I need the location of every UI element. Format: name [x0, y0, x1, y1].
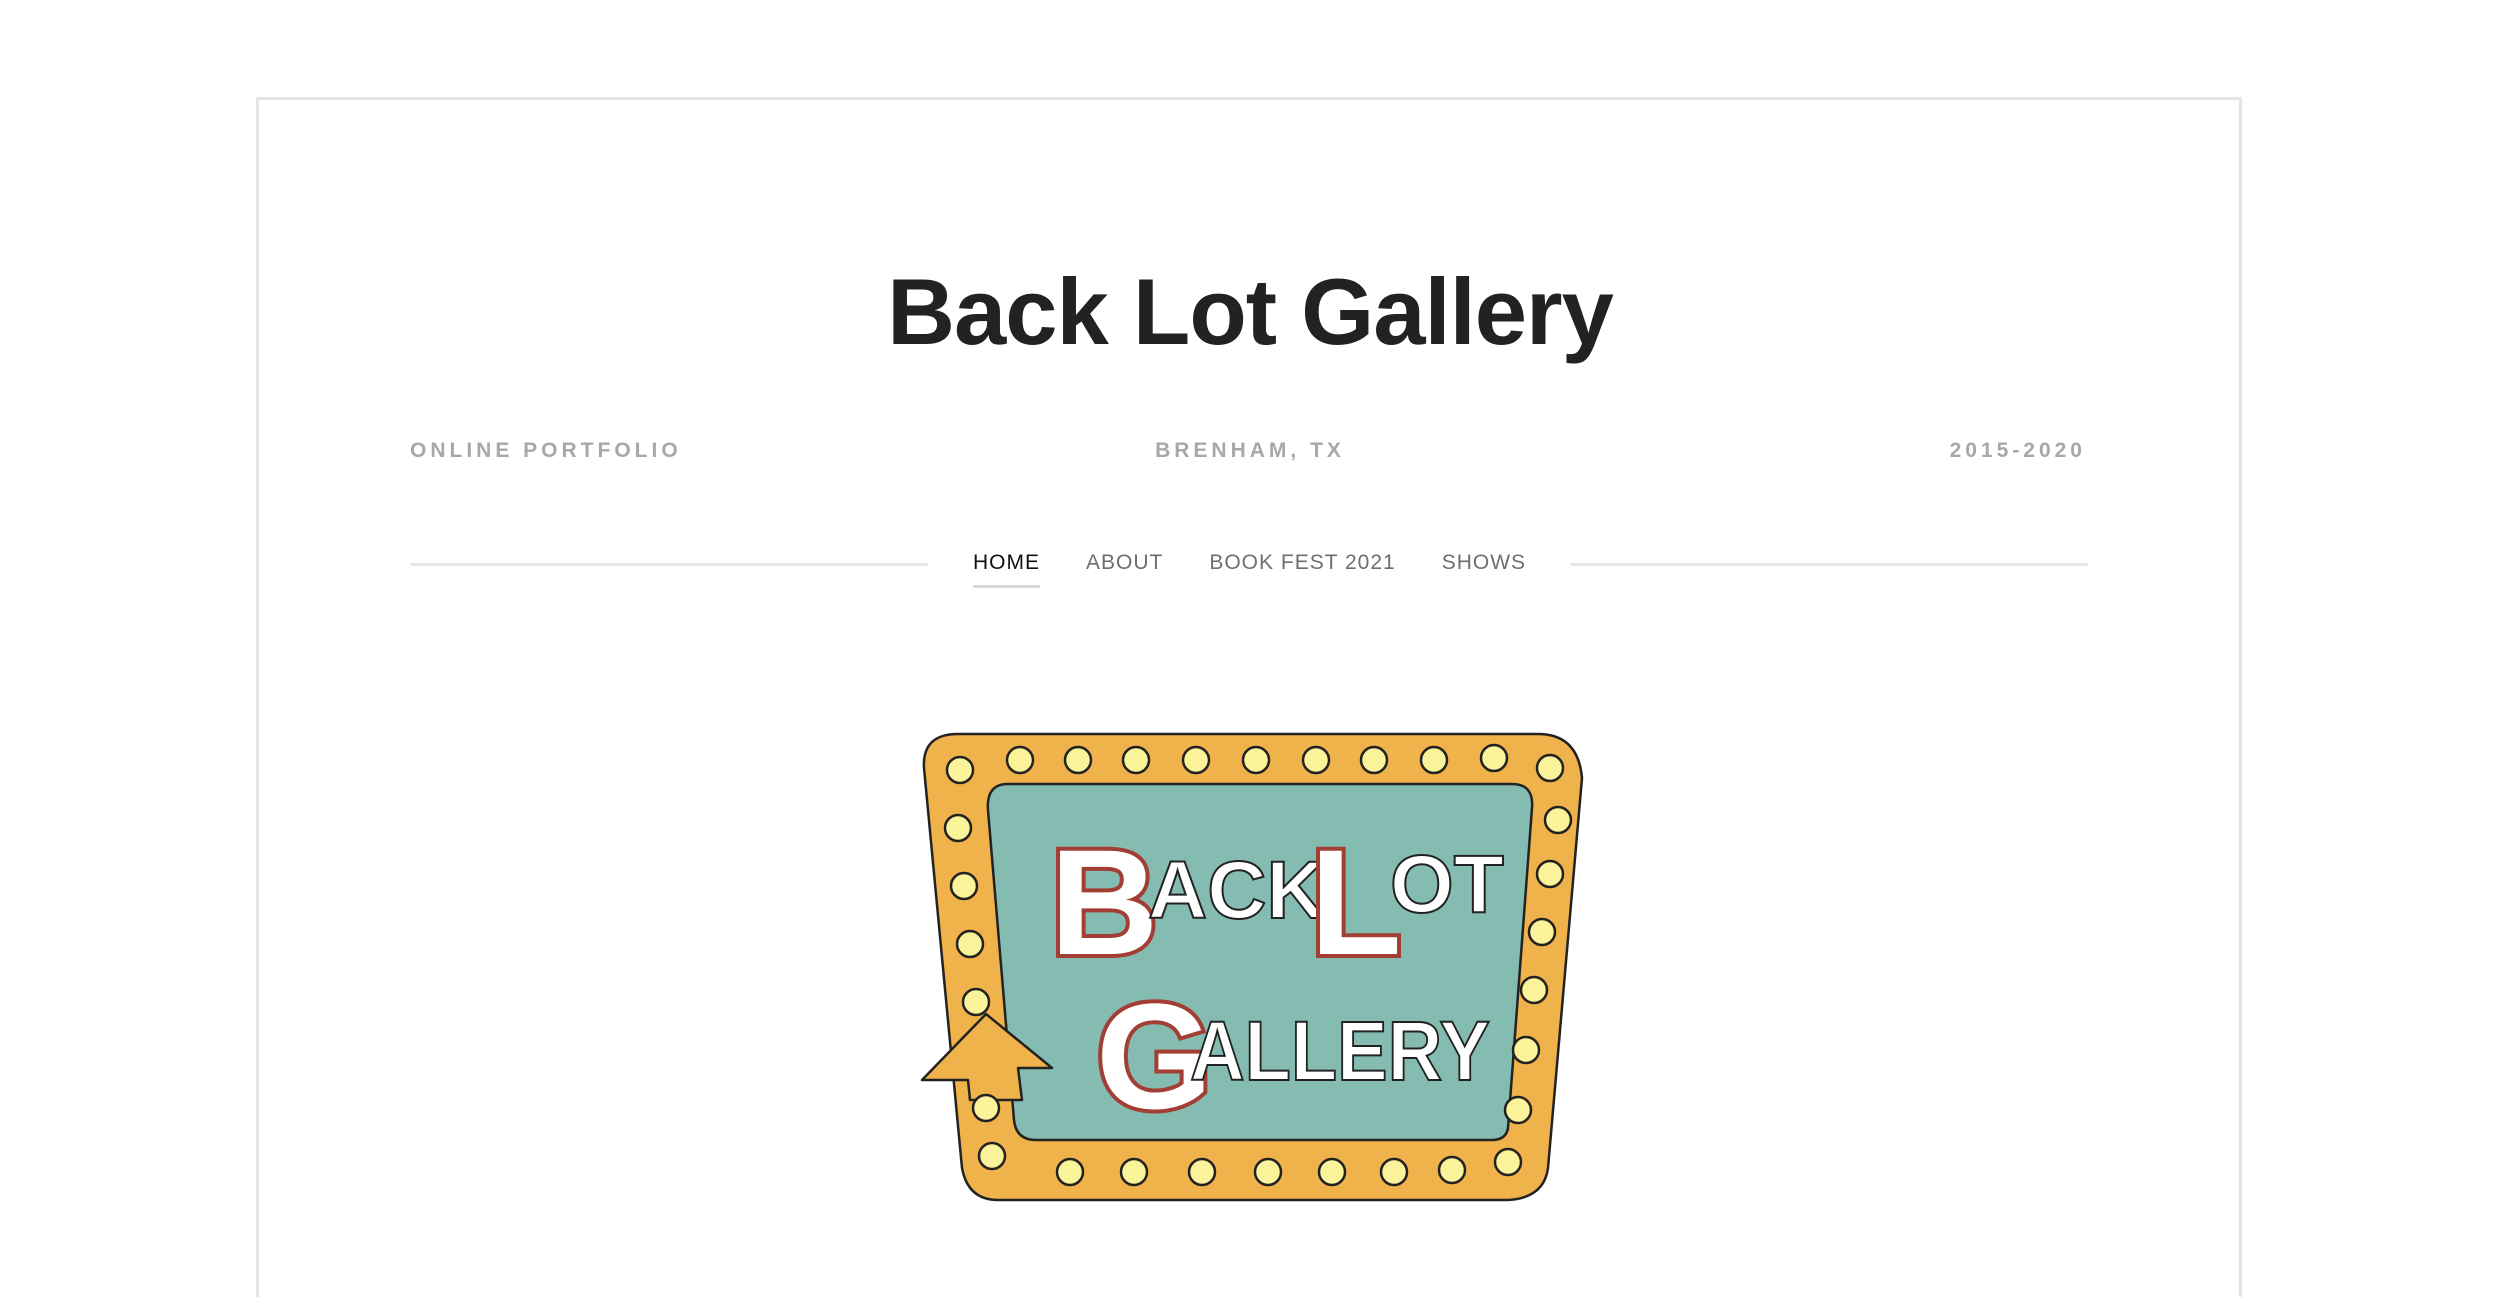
bulb: [1493, 1147, 1523, 1177]
bulb: [1479, 743, 1509, 773]
bulb: [1359, 745, 1389, 775]
tagline-location: BRENHAM, TX: [1155, 439, 1345, 462]
bulb: [945, 755, 975, 785]
bulb: [977, 1141, 1007, 1171]
gallery-sign-logo: B ACK L OT G ALLERY: [920, 732, 1584, 1202]
nav-item-book-fest-2021[interactable]: BOOK FEST 2021: [1209, 550, 1395, 588]
bulb: [1063, 745, 1093, 775]
bulb: [1379, 1157, 1409, 1187]
bulb: [1181, 745, 1211, 775]
bulb: [949, 871, 979, 901]
bulb: [1535, 859, 1565, 889]
main-navigation: HOME ABOUT BOOK FEST 2021 SHOWS: [410, 550, 2088, 590]
logo-letter-b: B: [1050, 818, 1158, 986]
nav-menu: HOME ABOUT BOOK FEST 2021 SHOWS: [973, 550, 1526, 589]
bulb: [1121, 745, 1151, 775]
bulb: [1187, 1157, 1217, 1187]
site-title[interactable]: Back Lot Gallery: [0, 265, 2500, 359]
logo-text-ot: OT: [1390, 839, 1504, 930]
bulb: [961, 987, 991, 1017]
bulb: [1005, 745, 1035, 775]
logo-text-ack: ACK: [1148, 845, 1326, 936]
tagline-years: 2015-2020: [1949, 439, 2086, 462]
bulb: [1419, 745, 1449, 775]
bulb: [1437, 1155, 1467, 1185]
logo-letter-l: L: [1310, 818, 1402, 986]
bulb: [1535, 753, 1565, 783]
bulb: [1253, 1157, 1283, 1187]
nav-item-about[interactable]: ABOUT: [1086, 550, 1163, 588]
bulb: [1317, 1157, 1347, 1187]
bulb: [1511, 1035, 1541, 1065]
bulb: [1301, 745, 1331, 775]
nav-item-shows[interactable]: SHOWS: [1442, 550, 1526, 588]
logo-text-allery: ALLERY: [1190, 1004, 1490, 1098]
bulb: [1519, 975, 1549, 1005]
bulb: [971, 1093, 1001, 1123]
bulb: [1527, 917, 1557, 947]
bulb: [1543, 805, 1573, 835]
nav-divider-left: [410, 563, 928, 566]
bulb: [1503, 1095, 1533, 1125]
nav-divider-right: [1570, 563, 2088, 566]
bulb: [1055, 1157, 1085, 1187]
bulb: [955, 929, 985, 959]
bulb: [943, 813, 973, 843]
bulb: [1241, 745, 1271, 775]
nav-item-home[interactable]: HOME: [973, 550, 1040, 589]
bulb: [1119, 1157, 1149, 1187]
